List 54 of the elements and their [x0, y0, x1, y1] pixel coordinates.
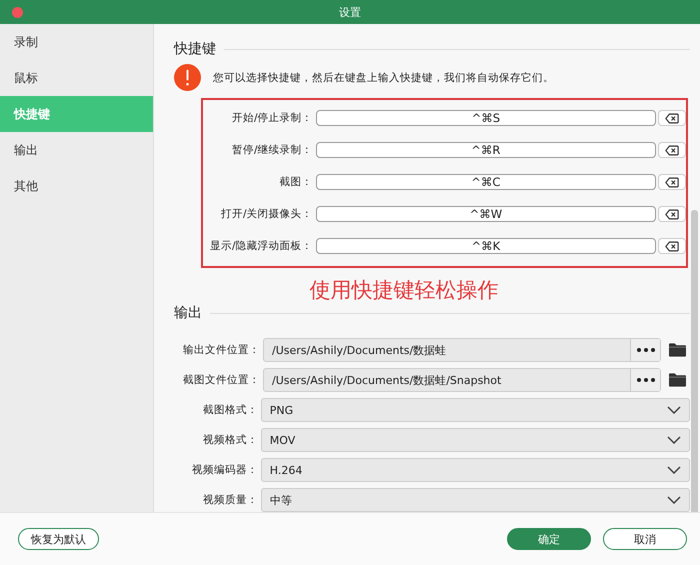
setting-label: 输出文件位置：: [182, 343, 260, 357]
chevron-down-icon: [667, 436, 681, 444]
warning-icon: [174, 64, 201, 91]
shortcut-label: 显示/隐藏浮动面板：: [208, 239, 313, 253]
delete-icon: [665, 240, 680, 252]
dropdown[interactable]: MOV: [260, 428, 690, 452]
setting-label: 截图文件位置：: [182, 373, 260, 387]
ok-button[interactable]: 确定: [507, 528, 591, 550]
folder-icon[interactable]: [669, 373, 686, 387]
shortcut-field[interactable]: ^⌘R: [316, 142, 656, 158]
reset-button[interactable]: 恢复为默认: [18, 528, 99, 550]
setting-label: 截图格式：: [202, 403, 258, 417]
sidebar-item[interactable]: 录制: [0, 24, 153, 60]
delete-icon: [665, 208, 680, 220]
shortcut-field[interactable]: ^⌘C: [316, 174, 656, 190]
shortcut-label: 开始/停止录制：: [230, 111, 313, 125]
chevron-down-icon: [667, 496, 681, 504]
section-title: 输出: [174, 304, 202, 322]
section-title: 快捷键: [174, 40, 216, 58]
setting-label: 视频质量：: [202, 493, 258, 507]
delete-icon: [665, 176, 680, 188]
chevron-down-icon: [667, 406, 681, 414]
clear-button[interactable]: [658, 110, 686, 126]
dropdown[interactable]: 中等: [260, 488, 690, 512]
shortcut-field[interactable]: ^⌘W: [316, 206, 656, 222]
folder-icon[interactable]: [669, 343, 686, 357]
shortcut-field[interactable]: ^⌘S: [316, 110, 656, 126]
clear-button[interactable]: [658, 174, 686, 190]
setting-label: 视频格式：: [202, 433, 258, 447]
browse-button[interactable]: [630, 369, 660, 391]
delete-icon: [665, 112, 680, 124]
shortcut-label: 暂停/继续录制：: [230, 143, 313, 157]
dropdown[interactable]: H.264: [260, 458, 690, 482]
setting-label: 视频编码器：: [190, 463, 258, 477]
shortcut-field[interactable]: ^⌘K: [316, 238, 656, 254]
clear-button[interactable]: [658, 142, 686, 158]
annotation-text: 使用快捷键轻松操作: [308, 277, 500, 304]
clear-button[interactable]: [658, 206, 686, 222]
more-icon: [636, 348, 654, 352]
browse-button[interactable]: [630, 339, 660, 361]
delete-icon: [665, 144, 680, 156]
chevron-down-icon: [667, 466, 681, 474]
more-icon: [636, 378, 654, 382]
scrollbar[interactable]: [691, 210, 698, 512]
sidebar-item[interactable]: 鼠标: [0, 60, 153, 96]
window-title: 设置: [339, 4, 361, 20]
dropdown[interactable]: PNG: [260, 398, 690, 422]
clear-button[interactable]: [658, 238, 686, 254]
notice-text: 您可以选择快捷键，然后在键盘上输入快捷键，我们将自动保存它们。: [213, 70, 554, 84]
cancel-button[interactable]: 取消: [603, 528, 687, 550]
sidebar-item[interactable]: 其他: [0, 168, 153, 204]
shortcut-label: 打开/关闭摄像头：: [220, 207, 313, 221]
shortcut-label: 截图：: [278, 175, 313, 189]
sidebar-item[interactable]: 输出: [0, 132, 153, 168]
